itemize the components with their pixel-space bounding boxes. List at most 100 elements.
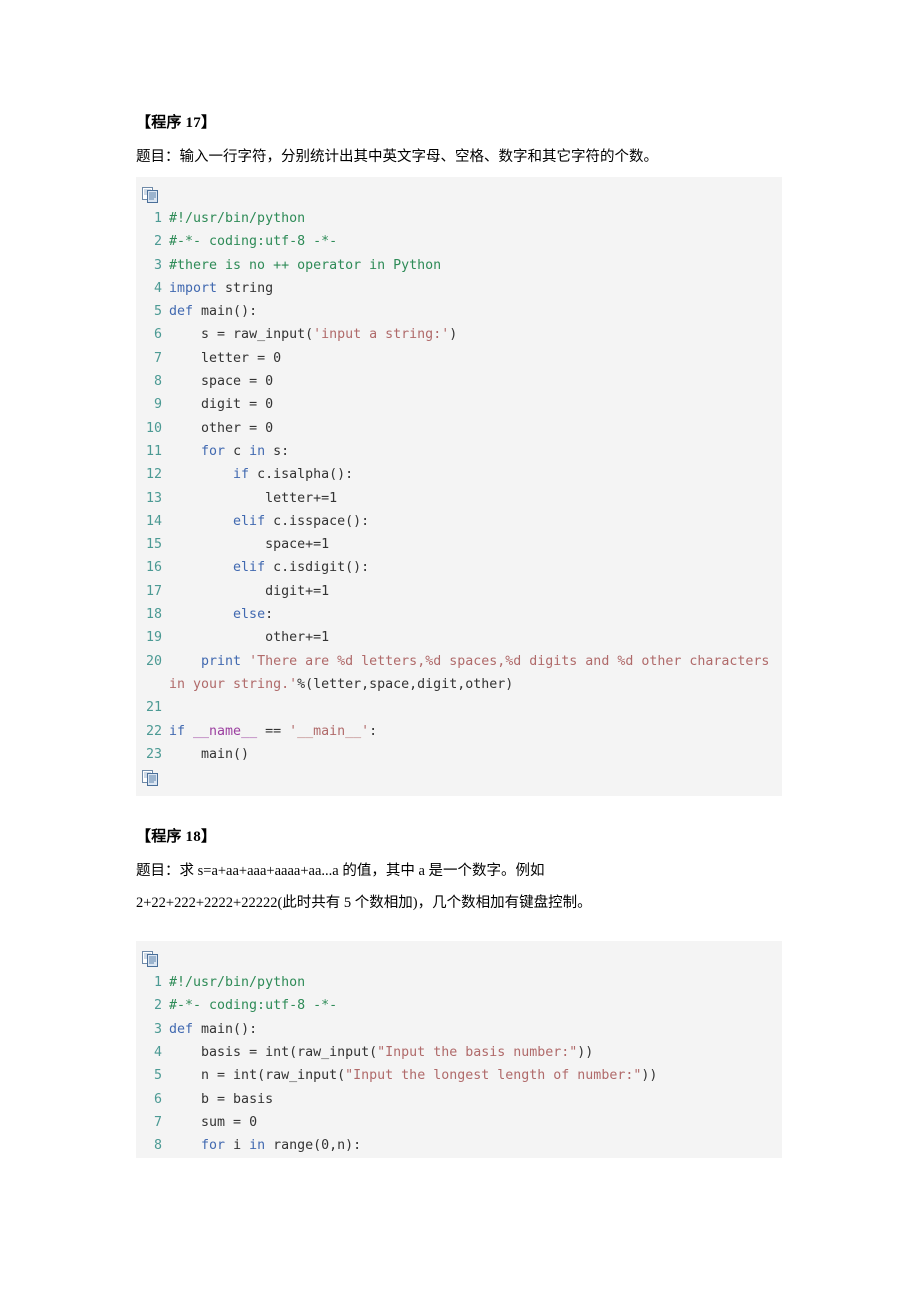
code-line: 19 other+=1 [136,626,782,649]
document-content: 【程序 17】 题目：输入一行字符，分别统计出其中英文字母、空格、数字和其它字符的… [136,112,782,1158]
token-plain: c [225,443,250,459]
token-kw: for [201,443,226,459]
code-line: 6 s = raw_input('input a string:') [136,323,782,346]
token-kw: in [249,1138,266,1154]
code-text: other = 0 [162,417,782,440]
code-line: 4 import string [136,277,782,300]
copy-icon[interactable] [142,770,159,787]
token-kw: else [233,607,266,623]
code-line: 10 other = 0 [136,417,782,440]
token-plain: )) [641,1068,658,1084]
code-block-1: 1 #!/usr/bin/python 2 #-*- coding:utf-8 -*-… [136,941,782,1158]
line-number: 13 [145,490,162,506]
line-number: 9 [153,397,162,413]
code-text: b = basis [162,1088,782,1111]
code-line: 8 for i in range(0,n): [136,1134,782,1157]
code-line: 9 digit = 0 [136,393,782,416]
line-number: 10 [145,420,162,436]
copy-bar-bottom[interactable] [136,766,782,790]
code-text: other+=1 [162,626,782,649]
code-line: 13 letter+=1 [136,487,782,510]
code-lines: 1 #!/usr/bin/python 2 #-*- coding:utf-8 -*-… [136,207,782,766]
code-line: 11 for c in s: [136,440,782,463]
code-text: #-*- coding:utf-8 -*- [162,994,782,1017]
code-line: 5 def main(): [136,300,782,323]
line-number: 16 [145,560,162,576]
code-line: 6 b = basis [136,1088,782,1111]
code-text: space+=1 [162,533,782,556]
code-text: space = 0 [162,370,782,393]
line-number: 6 [153,327,162,343]
token-plain: n = int(raw_input( [169,1068,346,1084]
code-text: else: [162,603,782,626]
token-kw: in [249,443,266,459]
line-number: 5 [153,304,162,320]
token-plain: i [225,1138,250,1154]
code-line: 18 else: [136,603,782,626]
line-number: 14 [145,513,162,529]
token-plain: c.isspace(): [265,513,370,529]
code-text: digit = 0 [162,393,782,416]
code-text: #there is no ++ operator in Python [162,254,782,277]
code-line: 21 [136,696,782,719]
code-line: 16 elif c.isdigit(): [136,556,782,579]
line-number: 6 [153,1091,162,1107]
code-text: elif c.isspace(): [162,510,782,533]
token-plain: : [265,607,274,623]
code-line: 1 #!/usr/bin/python [136,971,782,994]
line-number: 5 [153,1068,162,1084]
code-line: 1 #!/usr/bin/python [136,207,782,230]
code-line: 20 print 'There are %d letters,%d spaces… [136,650,782,697]
line-number: 15 [145,537,162,553]
line-number: 2 [153,234,162,250]
line-number: 23 [145,746,162,762]
code-text: basis = int(raw_input("Input the basis n… [162,1041,782,1064]
token-plain: space = 0 [169,374,274,390]
code-text: if __name__ == '__main__': [162,720,782,743]
token-plain: )) [577,1045,594,1061]
copy-icon[interactable] [142,951,159,968]
line-number: 19 [145,630,162,646]
page-root: 【程序 17】 题目：输入一行字符，分别统计出其中英文字母、空格、数字和其它字符的… [0,0,920,1302]
token-kw: import [169,280,218,296]
code-text: main() [162,743,782,766]
code-text: #!/usr/bin/python [162,971,782,994]
code-line: 23 main() [136,743,782,766]
token-plain: space+=1 [169,537,330,553]
code-line: 3 #there is no ++ operator in Python [136,254,782,277]
token-kw: elif [233,513,266,529]
token-str: "Input the basis number:" [377,1045,578,1061]
code-text: #!/usr/bin/python [162,207,782,230]
token-str: '__main__' [289,723,370,739]
copy-icon[interactable] [142,187,159,203]
code-line: 5 n = int(raw_input("Input the longest l… [136,1064,782,1087]
token-kw: print [201,653,242,669]
line-number: 4 [153,1045,162,1061]
code-line: 15 space+=1 [136,533,782,556]
line-number: 3 [153,1021,162,1037]
code-text: n = int(raw_input("Input the longest len… [162,1064,782,1087]
line-number: 11 [145,443,162,459]
token-plain: range(0,n): [265,1138,362,1154]
section-heading-1: 【程序 18】 [136,829,217,846]
code-line: 22 if __name__ == '__main__': [136,720,782,743]
line-number: 1 [153,975,162,991]
token-plain: s = raw_input( [169,327,314,343]
pre-code-gap [136,923,782,941]
prose-line: 题目：求 s=a+aa+aaa+aaaa+aa...a 的值，其中 a 是一个数… [136,863,545,880]
copy-bar-top[interactable] [136,947,782,971]
line-number: 1 [153,211,162,226]
section-heading-0: 【程序 17】 [136,115,217,131]
line-number: 3 [153,257,162,273]
token-com: #!/usr/bin/python [169,211,306,226]
code-text: s = raw_input('input a string:') [162,323,782,346]
token-kw: def [169,1021,194,1037]
copy-bar-top[interactable] [136,183,782,207]
